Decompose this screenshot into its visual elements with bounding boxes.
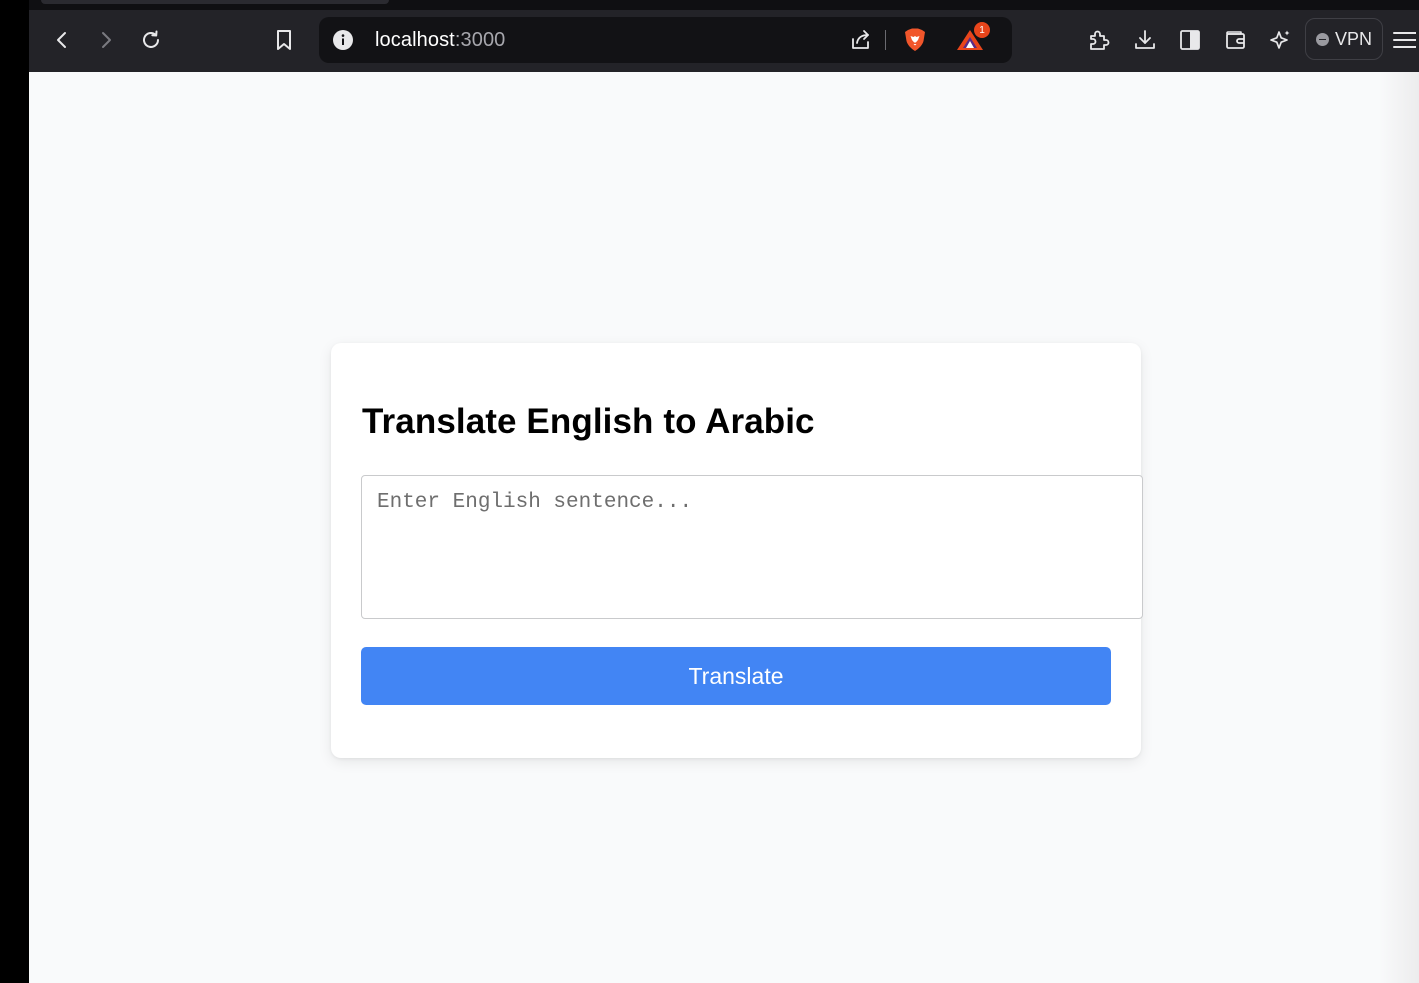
reload-button[interactable] xyxy=(133,22,169,58)
translate-button[interactable]: Translate xyxy=(361,647,1111,705)
tab-strip xyxy=(29,0,1419,10)
bookmark-icon xyxy=(277,30,291,50)
wallet-button[interactable] xyxy=(1217,22,1253,58)
site-info-icon[interactable] xyxy=(333,30,353,50)
chevron-right-icon xyxy=(102,32,111,48)
vpn-status-icon xyxy=(1315,32,1329,46)
sidebar-icon xyxy=(1180,30,1200,50)
share-button[interactable] xyxy=(843,22,879,58)
url-port: :3000 xyxy=(454,29,506,51)
address-bar[interactable]: localhost:3000 1 xyxy=(319,17,1012,63)
reload-icon xyxy=(143,30,159,48)
downloads-button[interactable] xyxy=(1127,22,1163,58)
page-content: Translate English to Arabic Translate xyxy=(29,72,1419,983)
url-host: localhost xyxy=(375,29,455,51)
chevron-left-icon xyxy=(57,32,66,48)
translator-card: Translate English to Arabic Translate xyxy=(331,343,1143,758)
bookmark-button[interactable] xyxy=(266,22,302,58)
browser-window: localhost:3000 1 VPN Translate English t… xyxy=(29,0,1419,983)
window-edge-shadow xyxy=(1379,72,1419,983)
rewards-badge: 1 xyxy=(974,22,990,38)
extensions-button[interactable] xyxy=(1081,22,1117,58)
leo-ai-button[interactable] xyxy=(1262,22,1298,58)
wallet-icon xyxy=(1226,31,1245,49)
brave-lion-icon xyxy=(905,28,925,51)
brave-rewards-button[interactable]: 1 xyxy=(949,20,991,60)
url-text[interactable]: localhost:3000 xyxy=(375,29,505,52)
download-icon xyxy=(1135,30,1155,49)
address-bar-divider xyxy=(885,30,886,50)
forward-button[interactable] xyxy=(88,22,124,58)
brave-shields-button[interactable] xyxy=(897,22,933,58)
browser-toolbar: localhost:3000 1 VPN xyxy=(29,10,1419,72)
active-tab[interactable] xyxy=(41,0,389,4)
vpn-button[interactable]: VPN xyxy=(1305,18,1383,60)
sparkle-star-icon xyxy=(1270,30,1290,49)
main-menu-button[interactable] xyxy=(1389,22,1419,58)
share-icon xyxy=(852,30,869,49)
back-button[interactable] xyxy=(44,22,80,58)
puzzle-icon xyxy=(1090,30,1110,50)
vpn-label: VPN xyxy=(1334,28,1372,49)
hamburger-menu-icon xyxy=(1393,32,1416,48)
sidebar-toggle-button[interactable] xyxy=(1172,22,1208,58)
english-sentence-input[interactable] xyxy=(361,475,1143,619)
page-title: Translate English to Arabic xyxy=(362,402,815,441)
